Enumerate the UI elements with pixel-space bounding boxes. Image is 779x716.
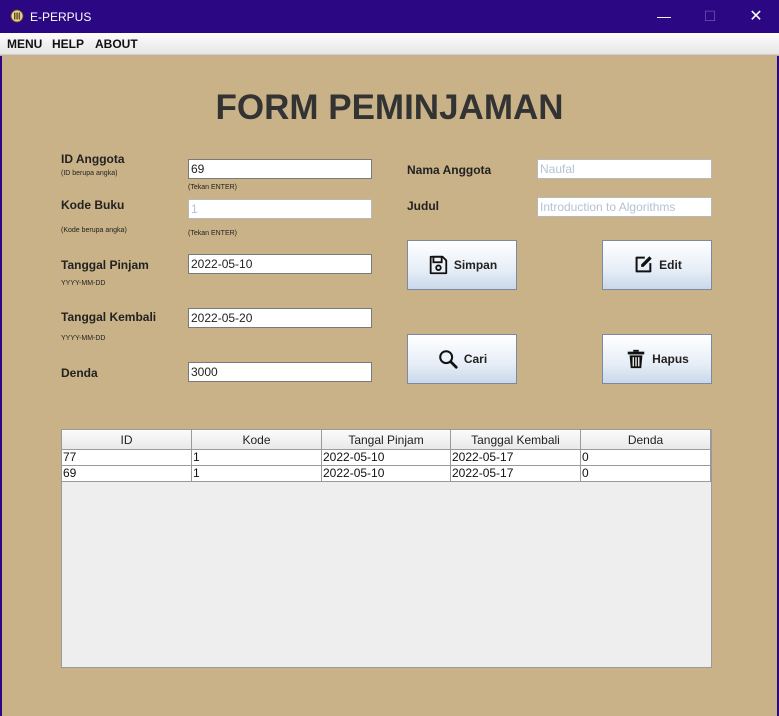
id-anggota-hint: (ID berupa angka) (61, 170, 118, 177)
kode-buku-enter-hint: (Tekan ENTER) (188, 230, 238, 237)
denda-input[interactable]: 3000 (188, 362, 372, 382)
hapus-button[interactable]: Hapus (602, 334, 712, 384)
table-cell: 0 (581, 466, 711, 482)
nama-anggota-label: Nama Anggota (407, 163, 492, 177)
column-header-id[interactable]: ID (62, 430, 192, 450)
menu-item-menu[interactable]: MENU (7, 37, 42, 51)
simpan-button[interactable]: Simpan (407, 240, 517, 290)
tanggal-pinjam-input[interactable]: 2022-05-10 (188, 254, 372, 274)
table-cell: 77 (62, 450, 192, 466)
judul-label: Judul (407, 199, 439, 213)
page-title: FORM PEMINJAMAN (215, 88, 564, 127)
table-row[interactable]: 69 1 2022-05-10 2022-05-17 0 (62, 466, 711, 482)
hapus-label: Hapus (652, 352, 689, 366)
minimize-button[interactable]: — (641, 0, 687, 33)
menu-bar: MENU HELP ABOUT (0, 33, 779, 55)
edit-icon (635, 256, 652, 273)
column-header-tanggal-kembali[interactable]: Tanggal Kembali (451, 430, 581, 450)
save-icon (429, 255, 447, 275)
table-cell: 1 (192, 466, 322, 482)
table-cell: 2022-05-10 (322, 466, 451, 482)
id-anggota-input[interactable]: 69 (188, 159, 372, 179)
cari-label: Cari (463, 352, 488, 366)
column-header-kode[interactable]: Kode (192, 430, 322, 450)
kode-buku-input[interactable]: 1 (188, 199, 372, 219)
maximize-button[interactable]: ☐ (687, 0, 733, 33)
title-bar: E-PERPUS — ☐ ✕ (0, 0, 779, 33)
trash-icon (627, 349, 645, 369)
table-cell: 1 (192, 450, 322, 466)
menu-item-help[interactable]: HELP (52, 37, 84, 51)
edit-button[interactable]: Edit (602, 240, 712, 290)
close-button[interactable]: ✕ (733, 0, 779, 33)
table-cell: 2022-05-10 (322, 450, 451, 466)
tanggal-pinjam-label: Tanggal Pinjam (61, 258, 149, 272)
search-icon (439, 350, 458, 369)
id-anggota-enter-hint: (Tekan ENTER) (188, 184, 238, 191)
denda-label: Denda (61, 366, 98, 380)
tanggal-pinjam-format-hint: YYYY-MM-DD (61, 280, 106, 287)
window-title: E-PERPUS (30, 10, 92, 24)
edit-label: Edit (659, 258, 682, 272)
cari-button[interactable]: Cari (407, 334, 517, 384)
table-cell: 2022-05-17 (451, 450, 581, 466)
id-anggota-label: ID Anggota (61, 152, 125, 166)
table-row[interactable]: 77 1 2022-05-10 2022-05-17 0 (62, 450, 711, 466)
tanggal-kembali-format-hint: YYYY-MM-DD (61, 335, 106, 342)
table-cell: 69 (62, 466, 192, 482)
column-header-denda[interactable]: Denda (581, 430, 711, 450)
judul-input[interactable]: Introduction to Algorithms (537, 197, 712, 217)
table-cell: 0 (581, 450, 711, 466)
simpan-label: Simpan (453, 258, 498, 272)
menu-item-about[interactable]: ABOUT (95, 37, 138, 51)
column-header-tanggal-pinjam[interactable]: Tangal Pinjam (322, 430, 451, 450)
nama-anggota-input[interactable]: Naufal (537, 159, 712, 179)
app-logo-icon (10, 9, 24, 23)
table-cell: 2022-05-17 (451, 466, 581, 482)
tanggal-kembali-label: Tanggal Kembali (61, 310, 157, 324)
tanggal-kembali-input[interactable]: 2022-05-20 (188, 308, 372, 328)
table-header: ID Kode Tangal Pinjam Tanggal Kembali De… (62, 430, 711, 450)
kode-buku-hint: (Kode berupa angka) (61, 227, 127, 234)
kode-buku-label: Kode Buku (61, 198, 125, 212)
peminjaman-table[interactable]: ID Kode Tangal Pinjam Tanggal Kembali De… (61, 429, 712, 668)
